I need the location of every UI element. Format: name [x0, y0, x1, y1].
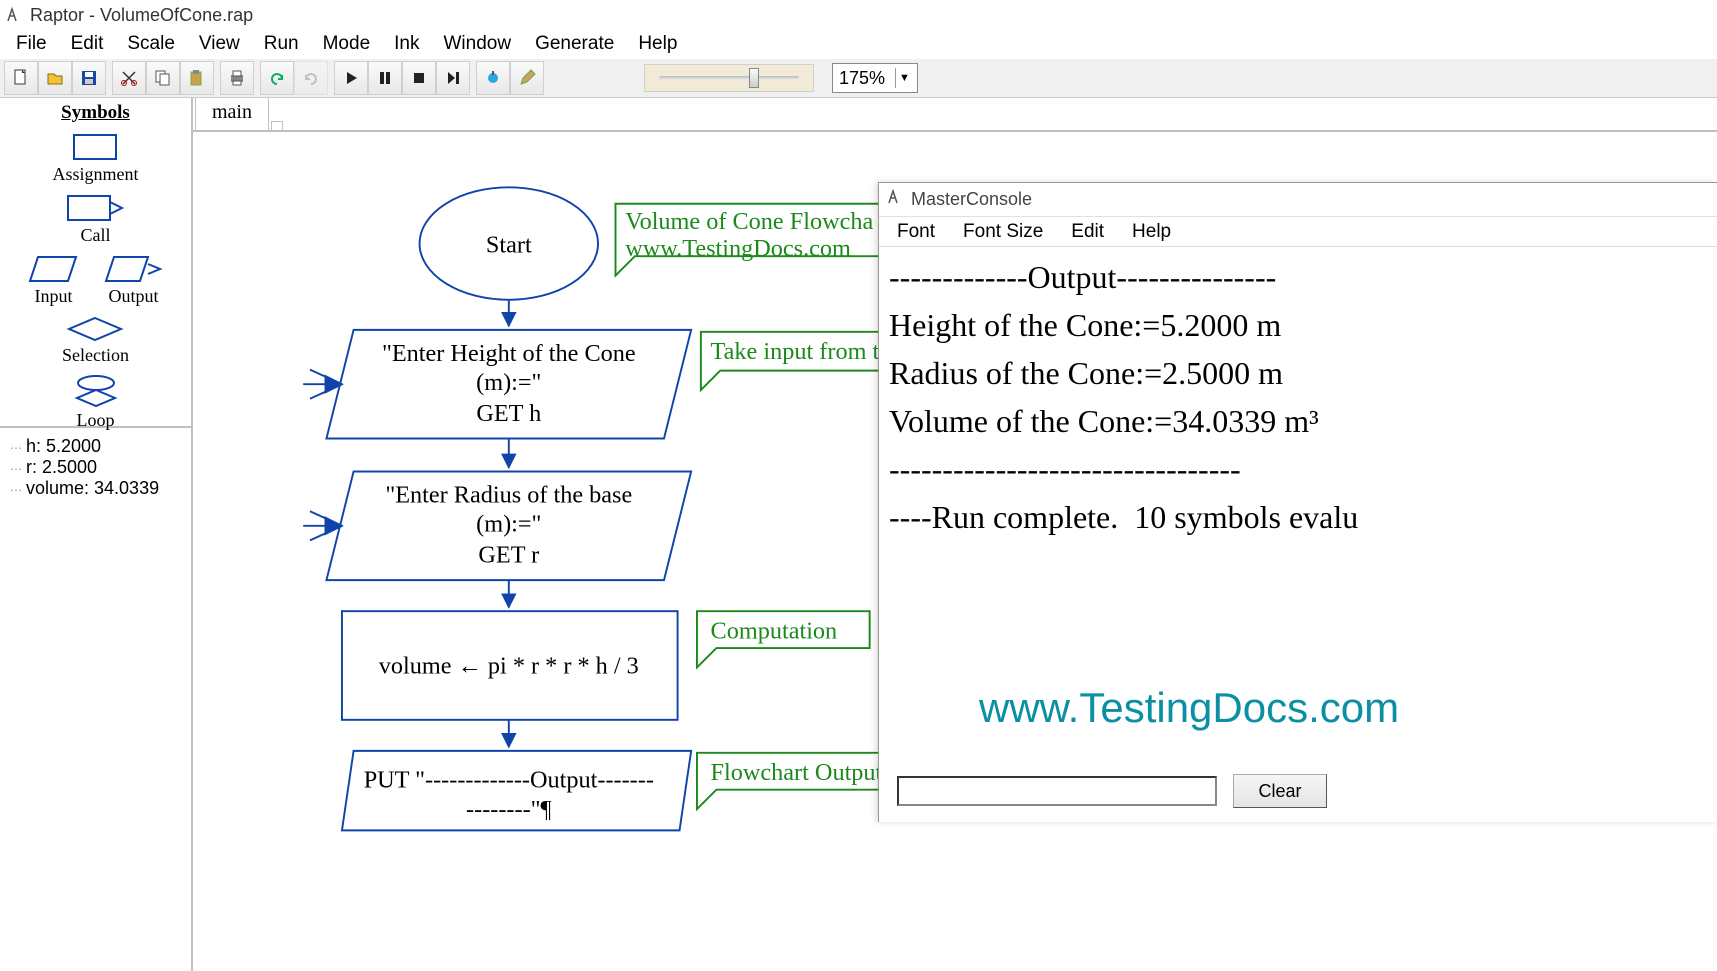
menu-ink[interactable]: Ink	[382, 31, 431, 57]
svg-text:(m):=": (m):="	[476, 369, 541, 396]
console-menu-help[interactable]: Help	[1118, 219, 1185, 245]
copy-icon[interactable]	[146, 61, 180, 95]
console-input[interactable]	[897, 776, 1217, 806]
toolbar: 175% ▼	[0, 58, 1717, 98]
start-label: Start	[486, 231, 532, 258]
console-menu-font[interactable]: Font	[883, 219, 949, 245]
variables-panel: h: 5.2000 r: 2.5000 volume: 34.0339	[0, 428, 191, 971]
app-icon	[6, 7, 22, 23]
paste-icon[interactable]	[180, 61, 214, 95]
masterconsole-window[interactable]: MasterConsole Font Font Size Edit Help -…	[878, 182, 1717, 822]
var-volume: volume: 34.0339	[10, 478, 181, 499]
window-title: Raptor - VolumeOfCone.rap	[30, 5, 253, 26]
symbols-panel: Symbols Assignment Call Input	[0, 98, 191, 428]
menu-edit[interactable]: Edit	[59, 31, 116, 57]
zoom-value: 175%	[839, 68, 885, 89]
svg-text:GET r: GET r	[478, 542, 539, 569]
menu-mode[interactable]: Mode	[311, 31, 383, 57]
chevron-down-icon: ▼	[895, 68, 913, 88]
speed-slider[interactable]	[644, 64, 814, 92]
print-icon[interactable]	[220, 61, 254, 95]
menu-view[interactable]: View	[187, 31, 252, 57]
svg-text:"Enter Height of the Cone: "Enter Height of the Cone	[382, 340, 636, 367]
console-output: -------------Output--------------- Heigh…	[879, 247, 1717, 547]
play-icon[interactable]	[334, 61, 368, 95]
console-title-text: MasterConsole	[911, 189, 1032, 210]
symbol-selection[interactable]: Selection	[62, 315, 129, 366]
var-h: h: 5.2000	[10, 436, 181, 457]
svg-text:"Enter Radius of the base: "Enter Radius of the base	[385, 482, 632, 509]
svg-text:(m):=": (m):="	[476, 511, 541, 538]
svg-text:--------"¶: --------"¶	[466, 796, 552, 823]
tab-row: main	[193, 98, 1717, 132]
pen-icon[interactable]	[510, 61, 544, 95]
svg-text:Computation: Computation	[711, 617, 838, 644]
clear-button[interactable]: Clear	[1233, 774, 1327, 808]
symbols-title: Symbols	[0, 102, 191, 124]
open-icon[interactable]	[38, 61, 72, 95]
symbol-input[interactable]: Input	[28, 254, 80, 307]
save-icon[interactable]	[72, 61, 106, 95]
zoom-select[interactable]: 175% ▼	[832, 63, 918, 93]
breakpoint-icon[interactable]	[476, 61, 510, 95]
console-menu-fontsize[interactable]: Font Size	[949, 219, 1057, 245]
cut-icon[interactable]	[112, 61, 146, 95]
menu-generate[interactable]: Generate	[523, 31, 626, 57]
symbol-call[interactable]: Call	[65, 193, 127, 246]
svg-text:Take input from t: Take input from t	[711, 338, 880, 365]
new-icon[interactable]	[4, 61, 38, 95]
svg-text:GET h: GET h	[476, 400, 541, 427]
step-icon[interactable]	[436, 61, 470, 95]
console-menubar: Font Font Size Edit Help	[879, 217, 1717, 247]
console-menu-edit[interactable]: Edit	[1057, 219, 1118, 245]
symbol-assignment[interactable]: Assignment	[52, 132, 138, 185]
svg-text:www.TestingDocs.com: www.TestingDocs.com	[625, 235, 851, 262]
menu-window[interactable]: Window	[432, 31, 524, 57]
menu-scale[interactable]: Scale	[115, 31, 187, 57]
symbol-output[interactable]: Output	[104, 254, 164, 307]
console-watermark: www.TestingDocs.com	[979, 684, 1399, 732]
var-r: r: 2.5000	[10, 457, 181, 478]
menubar: File Edit Scale View Run Mode Ink Window…	[0, 30, 1717, 58]
pause-icon[interactable]	[368, 61, 402, 95]
svg-text:Volume of Cone Flowcha: Volume of Cone Flowcha	[625, 208, 873, 235]
svg-text:Flowchart Output: Flowchart Output	[711, 759, 883, 786]
menu-run[interactable]: Run	[252, 31, 311, 57]
stop-icon[interactable]	[402, 61, 436, 95]
console-titlebar: MasterConsole	[879, 183, 1717, 217]
tab-main[interactable]: main	[195, 98, 269, 130]
menu-help[interactable]: Help	[626, 31, 689, 57]
menu-file[interactable]: File	[4, 31, 59, 57]
undo-icon[interactable]	[260, 61, 294, 95]
svg-text:volume ← pi * r * r * h / 3: volume ← pi * r * r * h / 3	[379, 652, 639, 679]
redo-icon[interactable]	[294, 61, 328, 95]
titlebar: Raptor - VolumeOfCone.rap	[0, 0, 1717, 30]
symbol-loop[interactable]: Loop	[71, 374, 121, 431]
svg-text:PUT "-------------Output------: PUT "-------------Output-------	[364, 767, 654, 794]
console-app-icon	[887, 189, 903, 210]
